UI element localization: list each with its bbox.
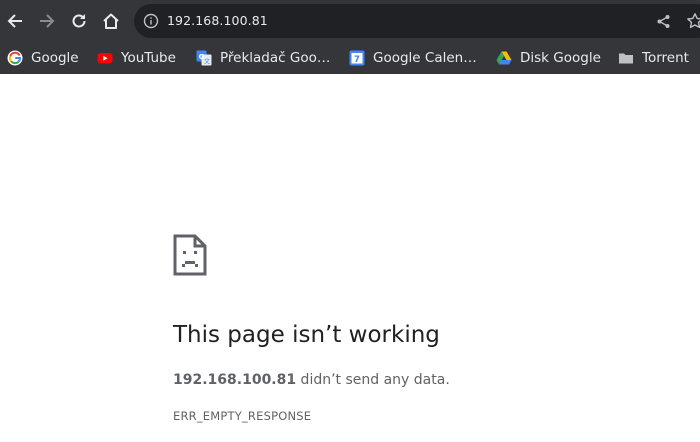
- bookmark-torrent-folder[interactable]: Torrent: [618, 42, 689, 74]
- google-icon: [7, 50, 23, 66]
- forward-button[interactable]: [34, 8, 60, 34]
- google-drive-icon: [496, 51, 512, 65]
- error-message: didn’t send any data.: [296, 372, 450, 388]
- home-button[interactable]: [98, 8, 124, 34]
- bookmark-youtube[interactable]: YouTube: [97, 42, 176, 74]
- back-arrow-icon: [7, 14, 22, 28]
- bookmark-star-icon[interactable]: [686, 12, 700, 30]
- sad-page-icon: [173, 234, 207, 276]
- forward-arrow-icon: [40, 14, 55, 28]
- error-host: 192.168.100.81: [173, 372, 297, 388]
- svg-text:文: 文: [204, 58, 210, 66]
- info-icon[interactable]: [143, 13, 159, 29]
- google-calendar-icon: 7: [349, 50, 365, 66]
- back-button[interactable]: [2, 8, 28, 34]
- youtube-icon: [97, 53, 113, 64]
- google-translate-icon: G 文: [196, 50, 212, 66]
- bookmark-label: YouTube: [121, 50, 176, 66]
- error-title: This page isn’t working: [173, 322, 440, 348]
- bookmark-label: Google Calen…: [373, 50, 477, 66]
- folder-icon: [619, 53, 633, 64]
- bookmark-disk-google[interactable]: Disk Google: [496, 42, 601, 74]
- reload-icon: [72, 14, 86, 28]
- error-description: 192.168.100.81 didn’t send any data.: [173, 372, 450, 388]
- error-code: ERR_EMPTY_RESPONSE: [173, 409, 312, 423]
- svg-text:7: 7: [354, 55, 360, 65]
- bookmark-google-calendar[interactable]: 7 Google Calen…: [349, 42, 477, 74]
- bookmark-label: Disk Google: [520, 50, 601, 66]
- bookmark-label: Překladač Goo…: [220, 50, 331, 66]
- address-bar[interactable]: 192.168.100.81: [134, 4, 700, 38]
- bookmark-label: Google: [31, 50, 79, 66]
- url-text[interactable]: 192.168.100.81: [167, 13, 268, 28]
- bookmark-label: Torrent: [642, 50, 689, 66]
- browser-toolbar: 192.168.100.81: [0, 0, 700, 42]
- home-icon: [103, 13, 119, 29]
- bookmark-google[interactable]: Google: [7, 42, 79, 74]
- bookmark-google-translate[interactable]: G 文 Překladač Goo…: [196, 42, 330, 74]
- share-icon[interactable]: [656, 14, 671, 29]
- reload-button[interactable]: [66, 8, 92, 34]
- bookmarks-bar: Google YouTube G 文 Překladač Goo… 7 Goog…: [0, 42, 700, 74]
